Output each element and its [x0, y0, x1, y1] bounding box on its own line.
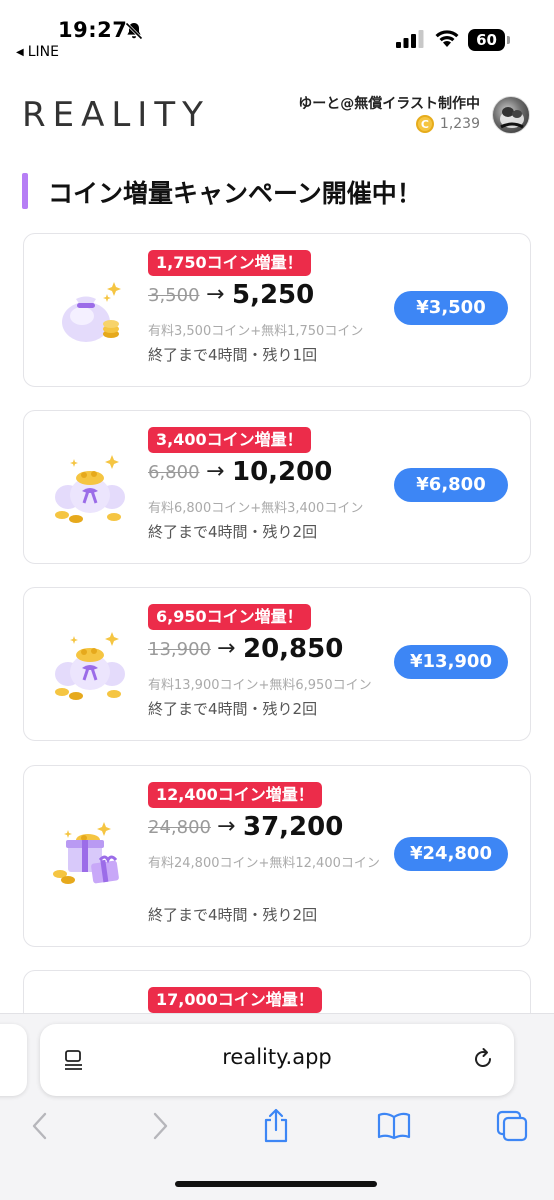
battery-indicator: 60	[468, 29, 510, 51]
offer-card[interactable]: 3,400コイン増量！ 6,800 → 10,200 有料6,800コイン+無料…	[23, 410, 531, 564]
multi-coin-bags-icon	[52, 451, 128, 527]
back-triangle-icon: ◀	[16, 47, 24, 58]
wifi-icon	[435, 30, 459, 47]
coin-breakdown: 有料24,800コイン+無料12,400コイン	[148, 856, 380, 871]
battery-level: 60	[468, 29, 505, 51]
remaining-time: 終了まで4時間・残り1回	[148, 346, 318, 364]
coin-breakdown: 有料6,800コイン+無料3,400コイン	[148, 501, 364, 516]
bonus-badge: 12,400コイン増量！	[148, 782, 322, 808]
buy-button[interactable]: ¥24,800	[394, 837, 508, 871]
remaining-time: 終了まで4時間・残り2回	[148, 906, 318, 924]
old-coin-amount: 6,800	[148, 462, 200, 483]
status-time: 19:27	[58, 18, 128, 42]
offer-card[interactable]: 12,400コイン増量！ 24,800 → 37,200 有料24,800コイン…	[23, 765, 531, 947]
multi-coin-bags-icon	[52, 628, 128, 704]
forward-button[interactable]	[140, 1106, 180, 1146]
tabs-icon	[496, 1110, 528, 1142]
old-coin-amount: 24,800	[148, 817, 211, 838]
back-app-label: LINE	[27, 44, 59, 60]
arrow-icon: →	[217, 636, 236, 661]
campaign-accent-bar	[22, 173, 28, 209]
bonus-badge: 17,000コイン増量！	[148, 987, 322, 1013]
buy-button[interactable]: ¥6,800	[394, 468, 508, 502]
browser-nav-row	[0, 1106, 554, 1146]
bookmarks-button[interactable]	[374, 1106, 414, 1146]
arrow-icon: →	[217, 814, 236, 839]
coin-balance-row: C 1,239	[415, 115, 480, 133]
previous-tab-pill[interactable]	[0, 1024, 27, 1096]
remaining-time: 終了まで4時間・残り2回	[148, 700, 318, 718]
address-bar[interactable]: reality.app	[40, 1024, 514, 1096]
bonus-badge: 3,400コイン増量！	[148, 427, 311, 453]
arrow-icon: →	[206, 282, 225, 307]
chevron-left-icon	[32, 1112, 47, 1140]
new-coin-amount: 20,850	[243, 634, 344, 664]
status-bar: 19:27 ◀ LINE 60	[0, 0, 554, 64]
share-button[interactable]	[256, 1106, 296, 1146]
bell-off-icon	[125, 22, 143, 40]
cellular-signal-icon	[396, 30, 424, 48]
old-coin-amount: 3,500	[148, 285, 200, 306]
reality-logo[interactable]: REALITY	[22, 95, 210, 135]
back-to-line-link[interactable]: ◀ LINE	[16, 44, 59, 60]
bonus-badge: 1,750コイン増量！	[148, 250, 311, 276]
new-coin-amount: 37,200	[243, 812, 344, 842]
bonus-badge: 6,950コイン増量！	[148, 604, 311, 630]
browser-toolbar: reality.app	[0, 1013, 554, 1200]
coin-icon: C	[415, 115, 434, 133]
offer-card[interactable]: 1,750コイン増量！ 3,500 → 5,250 有料3,500コイン+無料1…	[23, 233, 531, 387]
user-avatar[interactable]	[492, 96, 530, 134]
coin-balance: 1,239	[439, 116, 480, 132]
coin-gift-boxes-icon	[52, 818, 128, 894]
buy-button[interactable]: ¥3,500	[394, 291, 508, 325]
single-coin-bag-icon	[52, 274, 128, 350]
remaining-time: 終了まで4時間・残り2回	[148, 523, 318, 541]
tabs-button[interactable]	[492, 1106, 532, 1146]
battery-nub	[507, 36, 510, 44]
new-coin-amount: 10,200	[232, 457, 333, 487]
back-button[interactable]	[20, 1106, 60, 1146]
share-icon	[264, 1108, 288, 1143]
new-coin-amount: 5,250	[232, 280, 315, 310]
offer-card[interactable]: 6,950コイン増量！ 13,900 → 20,850 有料13,900コイン+…	[23, 587, 531, 741]
book-icon	[377, 1112, 411, 1140]
chevron-right-icon	[153, 1112, 168, 1140]
campaign-title: コイン増量キャンペーン開催中！	[48, 179, 422, 208]
coin-breakdown: 有料3,500コイン+無料1,750コイン	[148, 324, 364, 339]
buy-button[interactable]: ¥13,900	[394, 645, 508, 679]
avatar-image	[500, 107, 524, 129]
old-coin-amount: 13,900	[148, 639, 211, 660]
home-indicator	[175, 1181, 377, 1187]
coin-breakdown: 有料13,900コイン+無料6,950コイン	[148, 678, 372, 693]
url-text: reality.app	[222, 1045, 332, 1069]
reload-icon[interactable]	[470, 1046, 496, 1072]
user-name[interactable]: ゆーと@無償イラスト制作中	[298, 93, 480, 113]
arrow-icon: →	[206, 459, 225, 484]
reality-coin-shop-page: 19:27 ◀ LINE 60 REALITY ゆーと@無償イラスト制作中 C 1…	[0, 0, 554, 1200]
